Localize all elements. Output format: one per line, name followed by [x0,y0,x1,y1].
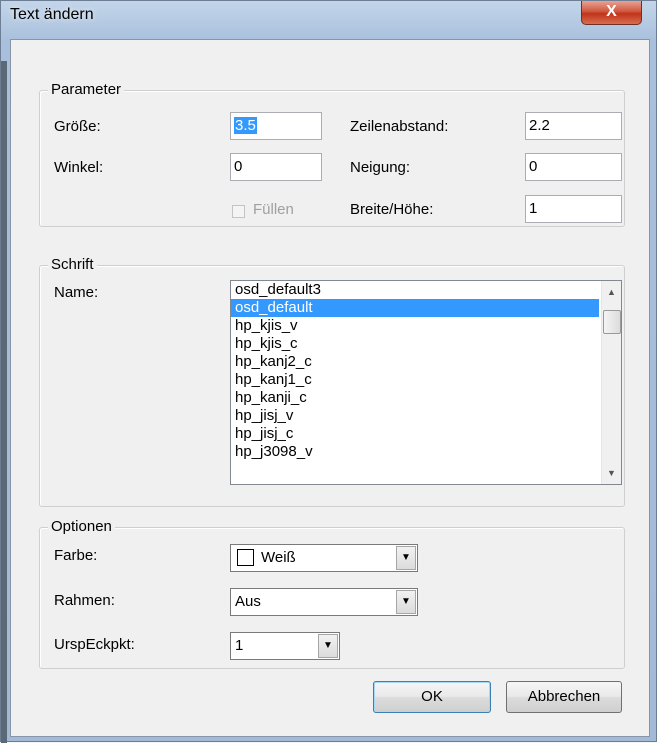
list-item[interactable]: hp_kjis_c [231,335,621,353]
list-item[interactable]: hp_jisj_v [231,407,621,425]
font-group-title: Schrift [48,256,97,273]
list-item[interactable]: hp_jisj_c [231,425,621,443]
scroll-thumb[interactable] [603,310,621,334]
close-button[interactable]: X [581,1,642,25]
ok-button[interactable]: OK [373,681,491,713]
fill-checkbox[interactable] [232,205,245,218]
options-group-title: Optionen [48,518,115,535]
slant-label: Neigung: [350,159,411,176]
list-item[interactable]: hp_kanj2_c [231,353,621,371]
line-spacing-input[interactable]: 2.2 [525,112,622,140]
width-height-label: Breite/Höhe: [350,201,434,218]
color-label: Farbe: [54,547,98,564]
line-spacing-label: Zeilenabstand: [350,118,449,135]
list-item[interactable]: hp_kanji_c [231,389,621,407]
dialog-window: Text ändern X Parameter Größe: 3.5 Zeile… [0,0,657,743]
color-value: Weiß [261,549,296,566]
list-item[interactable]: hp_kanj1_c [231,371,621,389]
width-height-input[interactable]: 1 [525,195,622,223]
font-listbox[interactable]: osd_default3 osd_default hp_kjis_v hp_kjis_… [230,280,622,485]
font-list-scrollbar[interactable]: ▲ ▼ [601,281,621,484]
origin-label: UrspEckpkt: [54,636,135,653]
origin-select[interactable]: 1 ▼ [230,632,340,660]
scroll-down-icon[interactable]: ▼ [602,464,621,482]
size-input[interactable]: 3.5 [230,112,322,140]
fill-label: Füllen [253,201,294,218]
dialog-body: Parameter Größe: 3.5 Zeilenabstand: 2.2 … [10,39,650,737]
frame-value: Aus [235,593,261,610]
window-title: Text ändern [10,6,94,23]
cancel-button[interactable]: Abbrechen [506,681,622,713]
angle-input[interactable]: 0 [230,153,322,181]
frame-select[interactable]: Aus ▼ [230,588,418,616]
chevron-down-icon[interactable]: ▼ [396,546,416,570]
chevron-down-icon[interactable]: ▼ [396,590,416,614]
origin-value: 1 [235,637,244,654]
list-item[interactable]: osd_default3 [231,281,621,299]
list-item[interactable]: osd_default [231,299,599,317]
slant-input[interactable]: 0 [525,153,622,181]
chevron-down-icon[interactable]: ▼ [318,634,338,658]
angle-label: Winkel: [54,159,104,176]
size-label: Größe: [54,118,101,135]
frame-label: Rahmen: [54,592,115,609]
color-select[interactable]: Weiß ▼ [230,544,418,572]
color-swatch [237,549,254,566]
list-item[interactable]: hp_j3098_v [231,443,621,461]
parameter-group-title: Parameter [48,81,125,98]
list-item[interactable]: hp_kjis_v [231,317,621,335]
size-value: 3.5 [234,117,257,134]
title-bar[interactable]: Text ändern X [1,1,656,31]
window-left-edge [1,61,7,743]
scroll-up-icon[interactable]: ▲ [602,283,621,301]
font-list: osd_default3 osd_default hp_kjis_v hp_kjis_… [231,281,621,461]
font-name-label: Name: [54,284,99,301]
close-icon: X [606,3,617,20]
